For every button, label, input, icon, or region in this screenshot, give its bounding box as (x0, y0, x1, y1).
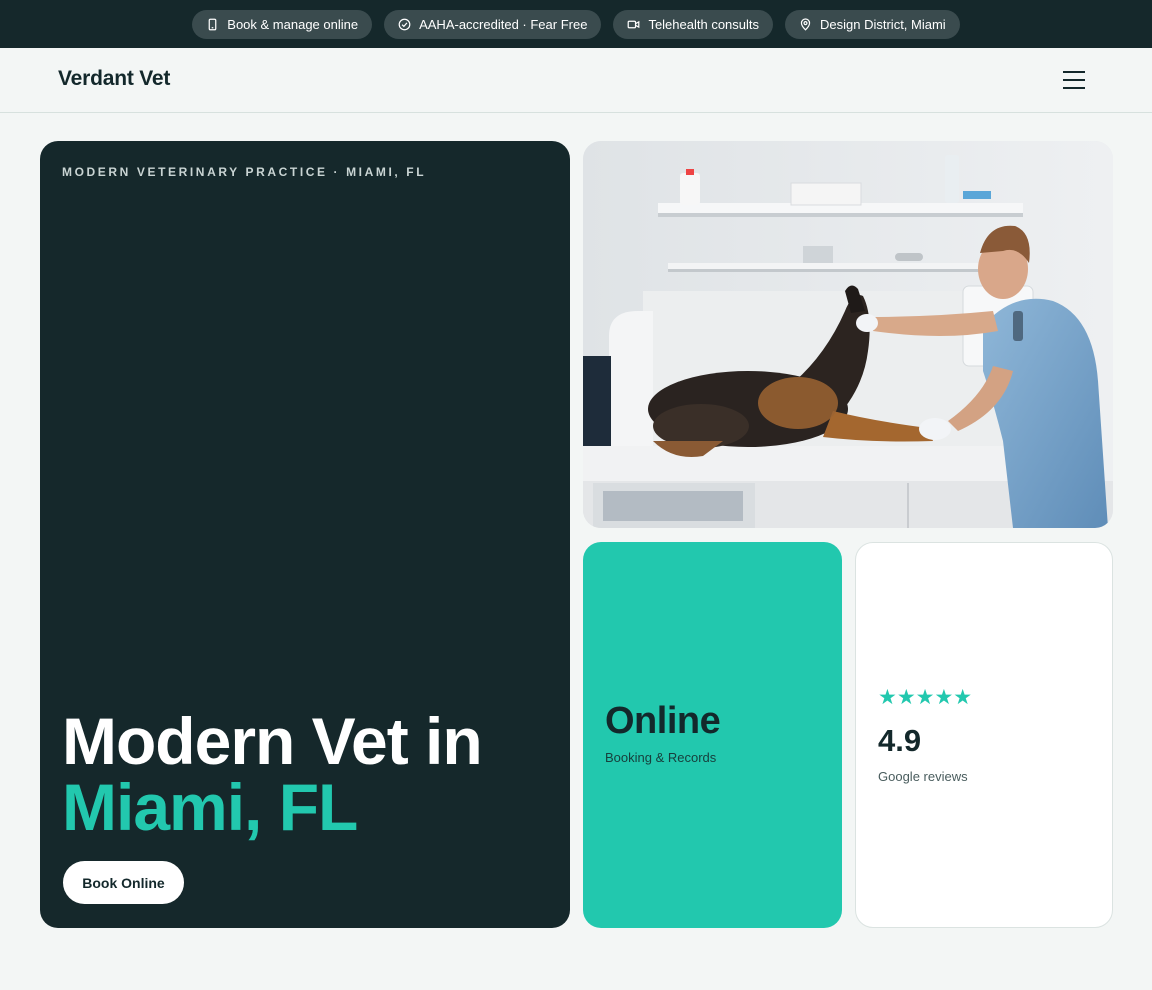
check-circle-icon (398, 18, 411, 30)
pill-label: Design District, Miami (820, 16, 946, 32)
rating-label: Google reviews (878, 769, 968, 784)
hero-title: Modern Vet in Miami, FL (62, 704, 483, 844)
hero-eyebrow: MODERN VETERINARY PRACTICE · MIAMI, FL (62, 165, 427, 179)
video-camera-icon (628, 20, 640, 28)
pill-label: Telehealth consults (648, 16, 760, 32)
pill-book-online[interactable]: Book & manage online (192, 9, 373, 39)
menu-line (1063, 87, 1085, 89)
menu-line (1063, 79, 1085, 81)
pill-location[interactable]: Design District, Miami (785, 9, 960, 39)
phone-icon (208, 18, 217, 30)
rating-value: 4.9 (878, 723, 922, 758)
pill-label: Book & manage online (227, 16, 359, 32)
site-header: Verdant Vet (0, 48, 1152, 113)
online-booking-card: Online Booking & Records (583, 542, 842, 928)
map-pin-icon (800, 17, 811, 31)
vet-with-dog-image (583, 141, 1113, 528)
hero-card: MODERN VETERINARY PRACTICE · MIAMI, FL M… (40, 141, 570, 928)
online-stat-value: Online (605, 700, 721, 742)
hamburger-menu-icon[interactable] (1060, 68, 1088, 92)
star-rating-icon: ★★★★★ (878, 686, 973, 709)
top-info-bar: Book & manage online AAHA-accredited · F… (0, 0, 1152, 48)
brand-logo[interactable]: Verdant Vet (58, 67, 170, 91)
menu-line (1063, 71, 1085, 73)
pill-label: AAHA-accredited · Fear Free (419, 16, 588, 32)
online-stat-label: Booking & Records (605, 750, 717, 765)
book-online-button[interactable]: Book Online (63, 861, 184, 904)
hero-title-line1: Modern Vet in (62, 704, 483, 778)
vet-exam-photo (583, 141, 1113, 528)
hero-title-line2: Miami, FL (62, 770, 358, 844)
pill-telehealth[interactable]: Telehealth consults (613, 9, 774, 39)
pill-accreditation[interactable]: AAHA-accredited · Fear Free (384, 9, 602, 39)
reviews-card: ★★★★★ 4.9 Google reviews (855, 542, 1113, 928)
